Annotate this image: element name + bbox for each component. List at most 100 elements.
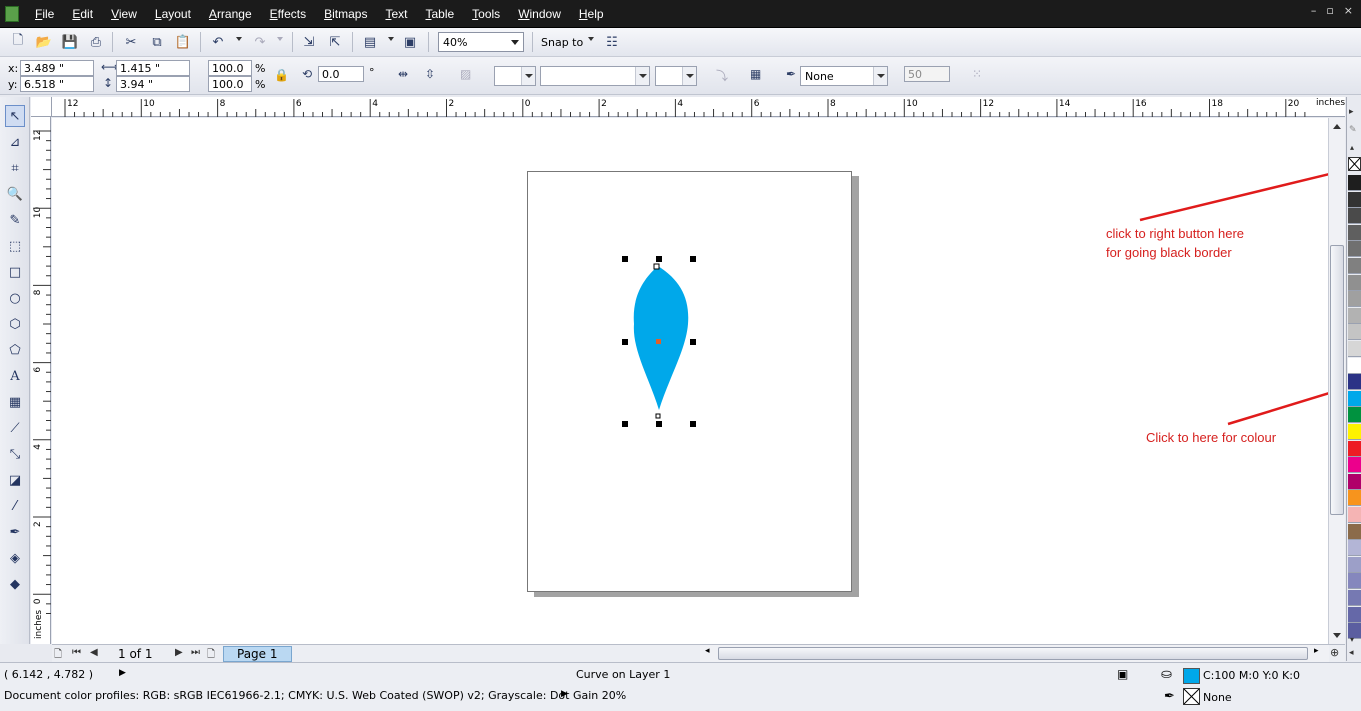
new-document-icon[interactable]: 🗋	[8, 33, 28, 51]
selection-handle[interactable]	[690, 256, 696, 262]
selection-handle[interactable]	[690, 421, 696, 427]
basic-shapes-tool-icon[interactable]: ⬠	[5, 339, 25, 361]
fill-tool-icon[interactable]: ◈	[5, 547, 25, 569]
color-swatch[interactable]	[1348, 307, 1361, 324]
scale-x-field[interactable]: 100.0	[208, 60, 252, 76]
color-swatch[interactable]	[1348, 390, 1361, 407]
scroll-left-icon[interactable]: ◂	[705, 646, 710, 656]
curve-node[interactable]	[655, 413, 661, 419]
color-swatch[interactable]	[1348, 407, 1361, 424]
nib-size-field[interactable]: 50	[904, 66, 950, 82]
print-icon[interactable]: ⎙	[86, 33, 106, 51]
color-swatch[interactable]	[1348, 424, 1361, 440]
outline-width-combo[interactable]: None	[800, 66, 888, 86]
menu-view[interactable]: View	[102, 7, 146, 21]
rectangle-tool-icon[interactable]: □	[5, 261, 25, 283]
line-end-arrow-combo[interactable]	[655, 66, 697, 86]
color-swatch[interactable]	[1348, 523, 1361, 540]
menu-table[interactable]: Table	[416, 7, 463, 21]
freehand-tool-icon[interactable]: ✎	[5, 209, 25, 231]
previous-page-icon[interactable]: ◀	[90, 647, 98, 658]
color-swatch[interactable]	[1348, 357, 1361, 374]
horizontal-ruler[interactable]: 12 10 8 6 4 2 0 2 4 6 8 10 12 14 16 18 20 inches	[52, 97, 1345, 117]
options-icon[interactable]: ☷	[602, 33, 622, 51]
selection-handle[interactable]	[622, 339, 628, 345]
selection-handle[interactable]	[656, 421, 662, 427]
snap-to-button[interactable]: Snap to	[541, 36, 583, 49]
color-swatch[interactable]	[1348, 341, 1361, 357]
lock-ratio-icon[interactable]: 🔒	[274, 68, 289, 82]
object-width-field[interactable]: 1.415 "	[116, 60, 190, 76]
color-swatch[interactable]	[1348, 374, 1361, 391]
selection-handle[interactable]	[622, 421, 628, 427]
text-tool-icon[interactable]: A	[5, 365, 25, 387]
menu-tools[interactable]: Tools	[463, 7, 509, 21]
selection-handle[interactable]	[622, 256, 628, 262]
cut-icon[interactable]: ✂	[121, 33, 141, 51]
scroll-right-icon[interactable]: ▸	[1314, 646, 1319, 656]
table-tool-icon[interactable]: ▦	[5, 391, 25, 413]
ruler-origin[interactable]	[31, 97, 52, 117]
color-swatch[interactable]	[1348, 274, 1361, 291]
color-proof-icon[interactable]: ▣	[1117, 667, 1128, 681]
first-page-icon[interactable]: ⏮	[72, 647, 81, 658]
expand-arrow-icon[interactable]: ▶	[119, 668, 126, 678]
snap-to-dropdown-icon[interactable]	[588, 37, 594, 41]
zoom-navigator-icon[interactable]: ⊕	[1330, 646, 1339, 659]
line-start-arrow-combo[interactable]	[494, 66, 536, 86]
open-folder-icon[interactable]: 📂	[34, 33, 54, 51]
scroll-thumb[interactable]	[718, 647, 1308, 660]
blend-tool-icon[interactable]: ◪	[5, 469, 25, 491]
color-swatch[interactable]	[1348, 241, 1361, 258]
export-icon[interactable]: ⇱	[325, 33, 345, 51]
menu-bitmaps[interactable]: Bitmaps	[315, 7, 376, 21]
no-color-swatch[interactable]	[1348, 157, 1361, 171]
next-page-icon[interactable]: ▶	[175, 647, 183, 658]
vertical-scrollbar[interactable]	[1328, 118, 1345, 644]
color-swatch[interactable]	[1348, 573, 1361, 590]
mirror-horizontal-icon[interactable]: ⇹	[398, 67, 408, 81]
scroll-down-icon[interactable]	[1333, 633, 1341, 638]
menu-edit[interactable]: Edit	[63, 7, 102, 21]
palette-expand-icon[interactable]: ◂	[1349, 648, 1354, 658]
selection-handle[interactable]	[656, 256, 662, 262]
teardrop-curve[interactable]	[633, 266, 689, 410]
color-swatch[interactable]	[1348, 490, 1361, 507]
curve-node[interactable]	[653, 263, 660, 270]
menu-file[interactable]: File	[26, 7, 63, 21]
copy-icon[interactable]: ⧉	[147, 33, 167, 51]
rotation-angle-field[interactable]: 0.0	[318, 66, 364, 82]
color-swatch[interactable]	[1348, 258, 1361, 274]
mirror-vertical-icon[interactable]: ⇳	[425, 67, 435, 81]
import-icon[interactable]: ⇲	[299, 33, 319, 51]
menu-help[interactable]: Help	[570, 7, 613, 21]
ellipse-tool-icon[interactable]: ○	[5, 287, 25, 309]
minimize-icon[interactable]: –	[1311, 4, 1317, 17]
palette-scroll-up-icon[interactable]: ▴	[1350, 143, 1354, 152]
color-swatch[interactable]	[1348, 590, 1361, 606]
zoom-tool-icon[interactable]: 🔍	[5, 183, 25, 205]
launcher-dropdown-icon[interactable]	[388, 37, 394, 41]
combine-icon[interactable]: ▨	[460, 67, 471, 81]
color-swatch[interactable]	[1348, 457, 1361, 474]
color-swatch[interactable]	[1348, 191, 1361, 208]
scale-y-field[interactable]: 100.0	[208, 76, 252, 92]
document-color-profiles[interactable]: Document color profiles: RGB: sRGB IEC61…	[4, 689, 626, 702]
fill-color-chip[interactable]	[1183, 668, 1200, 684]
color-swatch[interactable]	[1348, 291, 1361, 308]
color-swatch[interactable]	[1348, 440, 1361, 457]
polygon-tool-icon[interactable]: ⬡	[5, 313, 25, 335]
redo-dropdown-icon[interactable]	[277, 37, 283, 41]
color-swatch[interactable]	[1348, 556, 1361, 573]
drawing-canvas[interactable]: click to right button here for going bla…	[52, 118, 1328, 644]
palette-scroll-down-icon[interactable]: ▾	[1350, 635, 1354, 644]
close-icon[interactable]: ×	[1344, 4, 1353, 17]
restore-icon[interactable]: ▫	[1326, 4, 1333, 17]
scroll-thumb[interactable]	[1330, 245, 1344, 515]
color-swatch[interactable]	[1348, 473, 1361, 490]
autoclose-icon[interactable]: ⁙	[972, 67, 982, 81]
line-style-combo[interactable]	[540, 66, 650, 86]
undo-icon[interactable]: ↶	[208, 33, 228, 51]
interactive-fill-tool-icon[interactable]: ◆	[5, 573, 25, 595]
welcome-screen-icon[interactable]: ▣	[400, 33, 420, 51]
